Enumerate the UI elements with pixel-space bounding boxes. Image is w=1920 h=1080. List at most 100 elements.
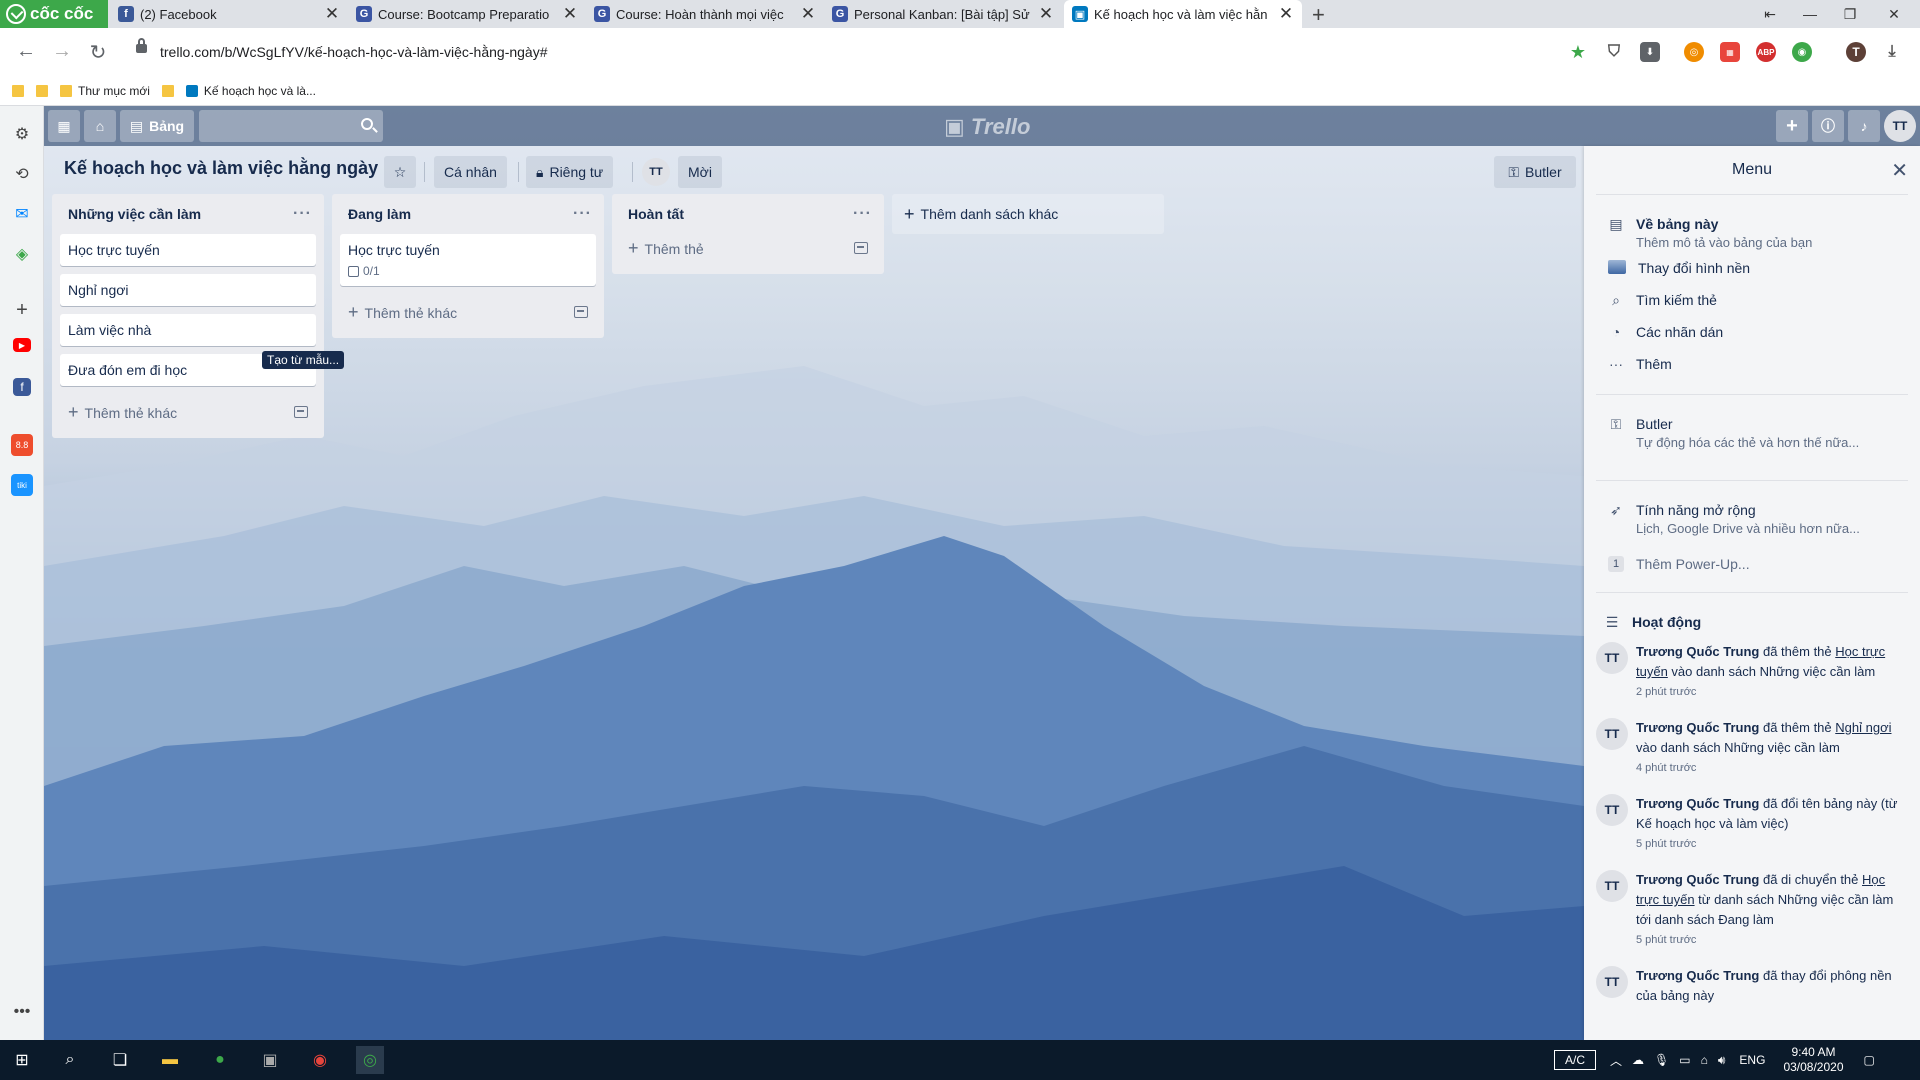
add-shortcut-icon[interactable]: + bbox=[10, 298, 34, 322]
coccoc-taskbar-icon[interactable]: ◎ bbox=[356, 1046, 384, 1074]
add-card-button[interactable]: + Thêm thẻ khác bbox=[68, 402, 177, 423]
tab-search-icon[interactable]: ⇤ bbox=[1750, 0, 1790, 28]
card[interactable]: Học trực tuyến 0/1 bbox=[340, 234, 596, 286]
game-controller-icon[interactable]: ◈ bbox=[10, 242, 34, 266]
more-options-icon[interactable]: ••• bbox=[10, 1000, 34, 1024]
menu-stickers[interactable]: ◔ Các nhãn dán bbox=[1608, 324, 1908, 340]
create-from-template-icon[interactable] bbox=[294, 406, 308, 418]
create-from-template-icon[interactable] bbox=[574, 306, 588, 318]
profile-avatar[interactable]: T bbox=[1846, 42, 1866, 62]
facebook-icon[interactable]: f bbox=[13, 378, 31, 396]
invite-button[interactable]: Mời bbox=[678, 156, 722, 188]
user-avatar[interactable]: TT bbox=[1884, 110, 1916, 142]
card[interactable]: Học trực tuyến bbox=[60, 234, 316, 266]
url-field[interactable]: trello.com/b/WcSgLfYV/kế-hoạch-học-và-là… bbox=[132, 36, 1562, 68]
visibility-button[interactable]: 🔒︎ Riêng tư bbox=[526, 156, 614, 188]
tab-facebook[interactable]: f (2) Facebook ✕ bbox=[110, 0, 348, 28]
apps-grid-icon[interactable]: ▦ bbox=[1720, 42, 1740, 62]
apps-grid-icon[interactable]: ▦ bbox=[48, 110, 80, 142]
star-board-button[interactable]: ☆ bbox=[384, 156, 416, 188]
forward-button[interactable]: → bbox=[50, 40, 74, 63]
menu-butler[interactable]: ⚿ Butler Tự động hóa các thẻ và hơn thế n… bbox=[1608, 416, 1908, 451]
create-from-template-icon[interactable] bbox=[854, 242, 868, 254]
add-card-button[interactable]: + Thêm thẻ khác bbox=[348, 302, 457, 323]
adblock-icon[interactable]: ABP bbox=[1756, 42, 1776, 62]
avatar[interactable]: TT bbox=[1596, 642, 1628, 674]
menu-search-cards[interactable]: ⌕ Tìm kiếm thẻ bbox=[1608, 292, 1908, 309]
menu-more[interactable]: ··· Thêm bbox=[1608, 356, 1908, 372]
clock[interactable]: 9:40 AM 03/08/2020 bbox=[1783, 1045, 1843, 1075]
team-button[interactable]: Cá nhân bbox=[434, 156, 507, 188]
bookmark-star-icon[interactable]: ★ bbox=[1568, 42, 1588, 62]
list-menu-icon[interactable]: ··· bbox=[853, 205, 872, 223]
list-title[interactable]: Đang làm bbox=[348, 206, 411, 222]
activity-user[interactable]: Trương Quốc Trung bbox=[1636, 968, 1759, 983]
coccoc-logo[interactable]: cốc cốc bbox=[0, 0, 108, 28]
reload-button[interactable]: ↻ bbox=[86, 40, 110, 65]
activity-time[interactable]: 5 phút trước bbox=[1636, 836, 1908, 852]
activity-time[interactable]: 5 phút trước bbox=[1636, 932, 1908, 948]
volume-icon[interactable]: 🔊︎ bbox=[1718, 1053, 1726, 1068]
hangouts-icon[interactable]: ● bbox=[206, 1046, 234, 1074]
menu-about-board[interactable]: ▤ Về bảng này Thêm mô tả vào bảng của bạn bbox=[1608, 216, 1908, 251]
bookmark-folder[interactable] bbox=[161, 84, 174, 97]
avatar[interactable]: TT bbox=[1596, 794, 1628, 826]
avatar[interactable]: TT bbox=[1596, 966, 1628, 998]
download-manager-icon[interactable]: ⬇ bbox=[1640, 42, 1660, 62]
maximize-button[interactable]: ❐ bbox=[1830, 0, 1870, 28]
avatar[interactable]: TT bbox=[1596, 718, 1628, 750]
list-title[interactable]: Những việc cần làm bbox=[68, 206, 201, 222]
list-menu-icon[interactable]: ··· bbox=[293, 205, 312, 223]
activity-user[interactable]: Trương Quốc Trung bbox=[1636, 644, 1759, 659]
tab-trello-board[interactable]: ▣ Kế hoạch học và làm việc hằn ✕ bbox=[1064, 0, 1302, 28]
menu-change-background[interactable]: Thay đổi hình nền bbox=[1608, 260, 1908, 276]
windows-start-icon[interactable]: ⊞ bbox=[8, 1046, 36, 1074]
activity-time[interactable]: 4 phút trước bbox=[1636, 760, 1908, 776]
language-indicator[interactable]: ENG bbox=[1739, 1053, 1765, 1067]
notifications-bell-icon[interactable]: ♪ bbox=[1848, 110, 1880, 142]
search-input[interactable] bbox=[199, 110, 383, 142]
activity-user[interactable]: Trương Quốc Trung bbox=[1636, 720, 1759, 735]
board-title[interactable]: Kế hoạch học và làm việc hằng ngày bbox=[64, 158, 378, 179]
extension-icon[interactable]: ◎ bbox=[1684, 42, 1704, 62]
list-title[interactable]: Hoàn tất bbox=[628, 206, 684, 222]
close-tab-icon[interactable]: ✕ bbox=[324, 4, 340, 24]
home-icon[interactable]: ⌂ bbox=[84, 110, 116, 142]
add-list-button[interactable]: + Thêm danh sách khác bbox=[892, 194, 1164, 234]
trello-logo[interactable]: ▣ Trello bbox=[944, 114, 1030, 140]
card[interactable]: Làm việc nhà bbox=[60, 314, 316, 346]
search-icon[interactable]: ⌕ bbox=[56, 1046, 84, 1074]
boards-button[interactable]: ▤ Bảng bbox=[120, 110, 194, 142]
activity-user[interactable]: Trương Quốc Trung bbox=[1636, 872, 1759, 887]
tab-course-hoan-thanh[interactable]: G Course: Hoàn thành mọi việc ✕ bbox=[586, 0, 824, 28]
close-tab-icon[interactable]: ✕ bbox=[1278, 4, 1294, 24]
create-button[interactable]: + bbox=[1776, 110, 1808, 142]
butler-button[interactable]: ⚿ Butler bbox=[1494, 156, 1576, 188]
notifications-icon[interactable]: ▢ bbox=[1864, 1053, 1875, 1067]
bookmark-folder[interactable] bbox=[36, 84, 48, 97]
shopee-icon[interactable]: 8.8 bbox=[11, 434, 33, 456]
extension-globe-icon[interactable]: ◉ bbox=[1792, 42, 1812, 62]
file-explorer-icon[interactable]: ▬ bbox=[156, 1046, 184, 1074]
microphone-icon[interactable]: 🎙︎ bbox=[1654, 1053, 1669, 1067]
chrome-icon[interactable]: ◉ bbox=[306, 1046, 334, 1074]
menu-power-ups[interactable]: ➶ Tính năng mở rộng Lịch, Google Drive và… bbox=[1608, 502, 1908, 537]
download-icon[interactable]: ⤓ bbox=[1882, 42, 1902, 62]
activity-time[interactable]: 2 phút trước bbox=[1636, 684, 1908, 700]
menu-add-power-up[interactable]: 1 Thêm Power-Up... bbox=[1608, 556, 1908, 572]
onedrive-icon[interactable]: ☁ bbox=[1632, 1053, 1644, 1067]
task-view-icon[interactable]: ❏ bbox=[106, 1046, 134, 1074]
info-icon[interactable]: ⓘ bbox=[1812, 110, 1844, 142]
activity-user[interactable]: Trương Quốc Trung bbox=[1636, 796, 1759, 811]
youtube-icon[interactable]: ▶ bbox=[13, 338, 31, 352]
bookmark-folder-thu-muc-moi[interactable]: Thư mục mới bbox=[60, 84, 150, 98]
add-card-button[interactable]: + Thêm thẻ bbox=[628, 238, 704, 259]
board-member-avatar[interactable]: TT bbox=[642, 158, 670, 186]
shield-icon[interactable]: ⛉ bbox=[1604, 42, 1624, 62]
tiki-icon[interactable]: tiki bbox=[11, 474, 33, 496]
minimize-button[interactable]: — bbox=[1790, 0, 1830, 28]
card[interactable]: Nghỉ ngơi bbox=[60, 274, 316, 306]
close-tab-icon[interactable]: ✕ bbox=[1038, 4, 1054, 24]
tray-chevron-icon[interactable]: ︿ bbox=[1610, 1052, 1622, 1069]
activity-card-link[interactable]: Nghỉ ngơi bbox=[1835, 720, 1891, 735]
